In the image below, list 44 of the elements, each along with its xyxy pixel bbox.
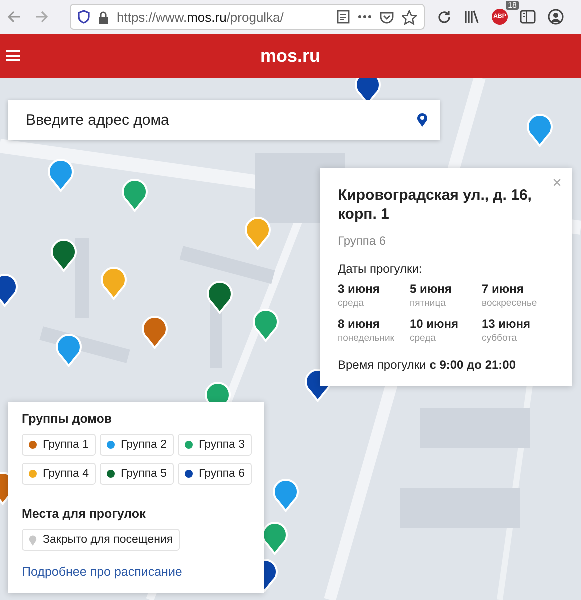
weekday: понедельник xyxy=(338,333,394,344)
lock-icon[interactable] xyxy=(98,10,109,24)
group-chip[interactable]: Группа 3 xyxy=(178,434,252,456)
shield-icon[interactable] xyxy=(78,10,90,24)
group-chip[interactable]: Группа 4 xyxy=(22,463,96,485)
notification-count: 18 xyxy=(506,1,519,10)
reload-icon[interactable] xyxy=(437,10,452,24)
walk-date: 13 июня xyxy=(482,317,531,331)
legend-title: Группы домов xyxy=(22,412,114,426)
walk-time: Время прогулки с 9:00 до 21:00 xyxy=(338,358,518,372)
walk-date: 7 июня xyxy=(482,282,524,296)
weekday: среда xyxy=(410,333,436,344)
walk-date: 3 июня xyxy=(338,282,380,296)
group-chip[interactable]: Группа 6 xyxy=(178,463,252,485)
weekday: воскресенье xyxy=(482,298,538,309)
weekday: пятница xyxy=(410,298,446,309)
library-icon[interactable] xyxy=(464,10,480,24)
walk-date: 5 июня xyxy=(410,282,452,296)
account-icon[interactable] xyxy=(548,9,564,25)
address-search-field[interactable]: Введите адрес дома xyxy=(8,100,440,140)
group-chip[interactable]: Группа 5 xyxy=(100,463,174,485)
sidebar-icon[interactable] xyxy=(520,10,536,24)
group-chip[interactable]: Группа 1 xyxy=(22,434,96,456)
dates-label: Даты прогулки: xyxy=(338,262,424,276)
more-icon[interactable] xyxy=(358,15,372,19)
site-logo[interactable]: mos.ru xyxy=(260,46,320,66)
location-pin-icon[interactable] xyxy=(417,113,428,127)
pocket-icon[interactable] xyxy=(380,10,394,24)
pin-icon xyxy=(29,534,37,546)
reader-icon[interactable] xyxy=(337,10,350,24)
walk-date: 8 июня xyxy=(338,317,380,331)
weekday: среда xyxy=(338,298,364,309)
address-bar[interactable]: https://www.mos.ru/progulka/ xyxy=(70,4,425,30)
group-label: Группа 6 xyxy=(338,234,388,248)
walk-date: 10 июня xyxy=(410,317,459,331)
menu-icon[interactable] xyxy=(6,50,20,62)
house-address: Кировоградская ул., д. 16, корп. 1 xyxy=(338,186,533,224)
place-chip[interactable]: Закрыто для посещения xyxy=(22,529,180,551)
url-text[interactable]: https://www.mos.ru/progulka/ xyxy=(117,10,329,24)
group-chip[interactable]: Группа 2 xyxy=(100,434,174,456)
star-icon[interactable] xyxy=(402,10,417,24)
weekday: суббота xyxy=(482,333,518,344)
schedule-link[interactable]: Подробнее про расписание xyxy=(22,565,182,579)
legend-title: Места для прогулок xyxy=(22,507,147,521)
